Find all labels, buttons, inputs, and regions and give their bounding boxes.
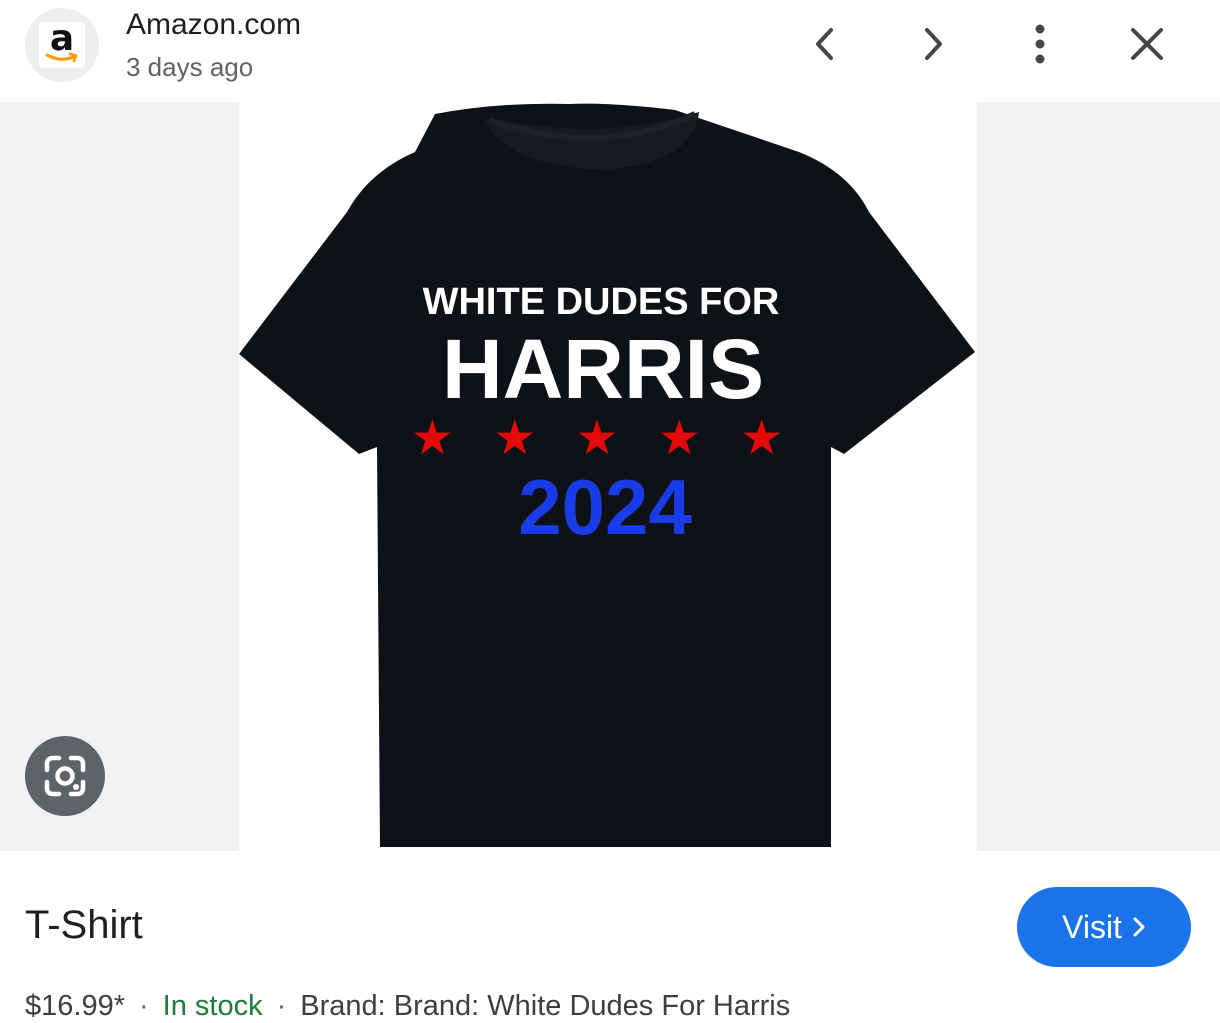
separator-dot: · (139, 990, 149, 1022)
chevron-right-icon (1133, 917, 1145, 937)
image-preview-area: WHITE DUDES FOR HARRIS ★ ★ ★ ★ ★ 2024 (0, 102, 1220, 851)
back-button[interactable] (797, 16, 853, 72)
google-lens-icon (44, 755, 86, 797)
shirt-text-line1: WHITE DUDES FOR (423, 281, 780, 323)
source-time: 3 days ago (126, 52, 254, 82)
product-meta-row: $16.99* · In stock · Brand: Brand: White Dud… (25, 990, 790, 1023)
amazon-smile-icon (45, 52, 78, 63)
back-chevron-icon (816, 28, 833, 60)
close-icon (1131, 28, 1163, 60)
source-name[interactable]: Amazon.com (126, 8, 301, 42)
separator-dot: · (276, 990, 287, 1022)
header-bar: a Amazon.com 3 days ago (0, 0, 1220, 102)
brand: Brand: Brand: White Dudes For Harris (300, 990, 791, 1022)
shirt-text-line2: HARRIS (442, 322, 764, 416)
price: $16.99* (25, 990, 125, 1022)
close-button[interactable] (1119, 16, 1175, 72)
stock-status: In stock (162, 990, 263, 1022)
more-options-button[interactable] (1012, 16, 1068, 72)
shirt-stars: ★ ★ ★ ★ ★ (411, 410, 795, 466)
more-vert-icon (1035, 24, 1045, 64)
forward-button[interactable] (905, 16, 961, 72)
google-lens-button[interactable] (25, 736, 105, 816)
visit-button-label: Visit (1062, 908, 1122, 945)
product-image[interactable]: WHITE DUDES FOR HARRIS ★ ★ ★ ★ ★ 2024 (239, 102, 977, 851)
visit-button[interactable]: Visit (1017, 887, 1191, 967)
shirt-text-year: 2024 (518, 463, 692, 551)
product-title: T-Shirt (25, 903, 143, 947)
amazon-logo-tile: a (39, 18, 85, 68)
tshirt-image: WHITE DUDES FOR HARRIS ★ ★ ★ ★ ★ 2024 (239, 103, 975, 848)
amazon-logo[interactable]: a (25, 8, 99, 82)
forward-chevron-icon (925, 28, 942, 60)
